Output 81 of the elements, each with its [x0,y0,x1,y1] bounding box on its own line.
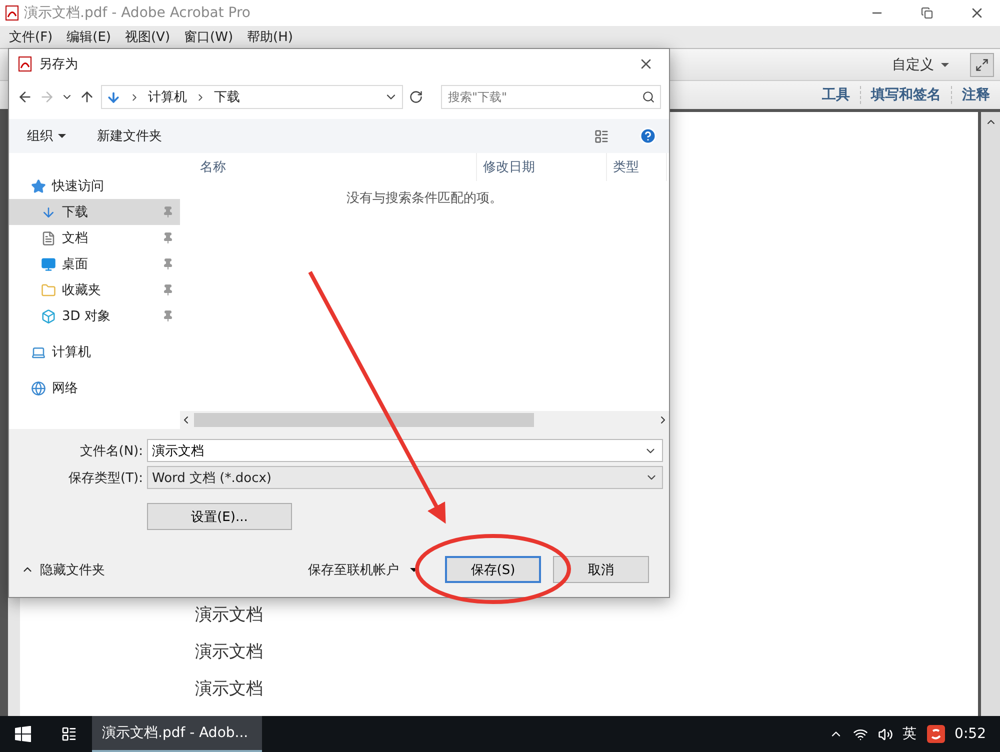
taskbar-app[interactable]: 演示文档.pdf - Adob... [92,716,262,752]
dialog-button[interactable]: 保存(S) [445,556,541,583]
refresh-icon[interactable] [409,90,423,104]
caret-icon [57,133,67,139]
scrollbar[interactable] [978,112,1000,716]
nav-label: 收藏夹 [62,282,102,299]
nav-label: 桌面 [62,256,89,273]
dialog-title: 另存为 [39,56,79,73]
nav-item[interactable]: 3D 对象 [9,303,180,329]
nav-item[interactable]: 桌面 [9,251,180,277]
pdf-icon [4,5,20,21]
nav-item[interactable]: 网络 [9,375,180,401]
windows-icon [15,726,31,742]
pdf-icon [17,56,33,72]
nav-label: 下载 [62,204,89,221]
column-header[interactable]: 类型 [607,153,667,181]
menu-item[interactable]: 编辑(E) [60,28,118,46]
settings-button[interactable]: 设置(E)... [147,503,292,530]
menu-item[interactable]: 视图(V) [118,28,178,46]
monitor-icon [41,256,56,272]
star-icon [31,178,46,194]
file-type-dropdown[interactable]: Word 文档 (*.docx) [147,466,663,489]
column-header[interactable]: 名称 [180,153,477,181]
menu-item[interactable]: 文件(F) [2,28,60,46]
window-title: 演示文档.pdf - Adobe Acrobat Pro [24,4,252,22]
horizontal-scrollbar[interactable] [180,411,669,429]
panel-tab[interactable]: 工具 [812,86,860,104]
panel-tab[interactable]: 填写和签名 [860,86,951,104]
task-view-icon [61,726,77,742]
nav-item[interactable]: 文档 [9,225,180,251]
dialog-button[interactable]: 取消 [553,556,649,583]
address-bar[interactable]: 计算机 下载 [101,85,403,109]
wifi-icon[interactable] [852,726,868,742]
laptop-icon [31,344,46,360]
document-text: 演示文档 [195,678,264,700]
nav-item[interactable]: 快速访问 [9,173,180,199]
volume-icon[interactable] [878,726,893,742]
document-text: 演示文档 [195,604,264,626]
ime-icon[interactable] [926,725,945,743]
nav-label: 网络 [52,380,79,397]
caret-icon [940,62,950,68]
expand-icon [975,58,989,72]
column-header[interactable]: 修改日期 [477,153,607,181]
folder-icon [41,282,56,298]
empty-message: 没有与搜索条件匹配的项。 [346,190,502,207]
nav-item[interactable]: 下载 [9,199,180,225]
field-label: 保存类型(T): [68,470,144,486]
nav-item[interactable]: 计算机 [9,339,180,365]
menu-item[interactable]: 窗口(W) [177,28,240,46]
document-icon [41,230,56,246]
document-text: 演示文档 [195,641,264,663]
field-label: 文件名(N): [78,442,144,460]
organize-menu[interactable]: 组织 [27,127,67,145]
globe-icon [31,380,46,396]
nav-label: 3D 对象 [62,308,112,325]
download-arrow-icon [106,90,121,104]
up-icon[interactable] [79,89,95,105]
panel-tab[interactable]: 注释 [951,86,1000,104]
download-arrow-icon [41,204,56,220]
nav-label: 文档 [62,230,89,247]
nav-item[interactable]: 收藏夹 [9,277,180,303]
hide-folders-toggle[interactable]: 隐藏文件夹 [21,560,308,578]
new-folder-button[interactable]: 新建文件夹 [97,127,162,145]
view-icon[interactable] [594,128,609,144]
back-icon[interactable] [17,89,33,105]
restore-icon [921,7,933,19]
customize-dropdown[interactable]: 自定义 [892,56,950,74]
clock: 0:52 [954,726,986,742]
breadcrumb-item[interactable]: 计算机 [148,88,187,106]
search-icon [642,90,655,104]
save-online-menu[interactable]: 保存至联机帐户 [308,560,419,578]
nav-label: 快速访问 [52,178,105,195]
help-icon[interactable] [639,127,657,145]
expand-button[interactable] [970,52,994,76]
nav-label: 计算机 [52,344,92,361]
filename-field[interactable]: 演示文档 [147,439,663,462]
cube-icon [41,308,56,324]
breadcrumb-item[interactable]: 下载 [214,88,240,106]
input-language[interactable]: 英 [902,725,917,743]
search-field[interactable]: 搜索"下载" [441,85,661,109]
menu-item[interactable]: 帮助(H) [240,28,300,46]
